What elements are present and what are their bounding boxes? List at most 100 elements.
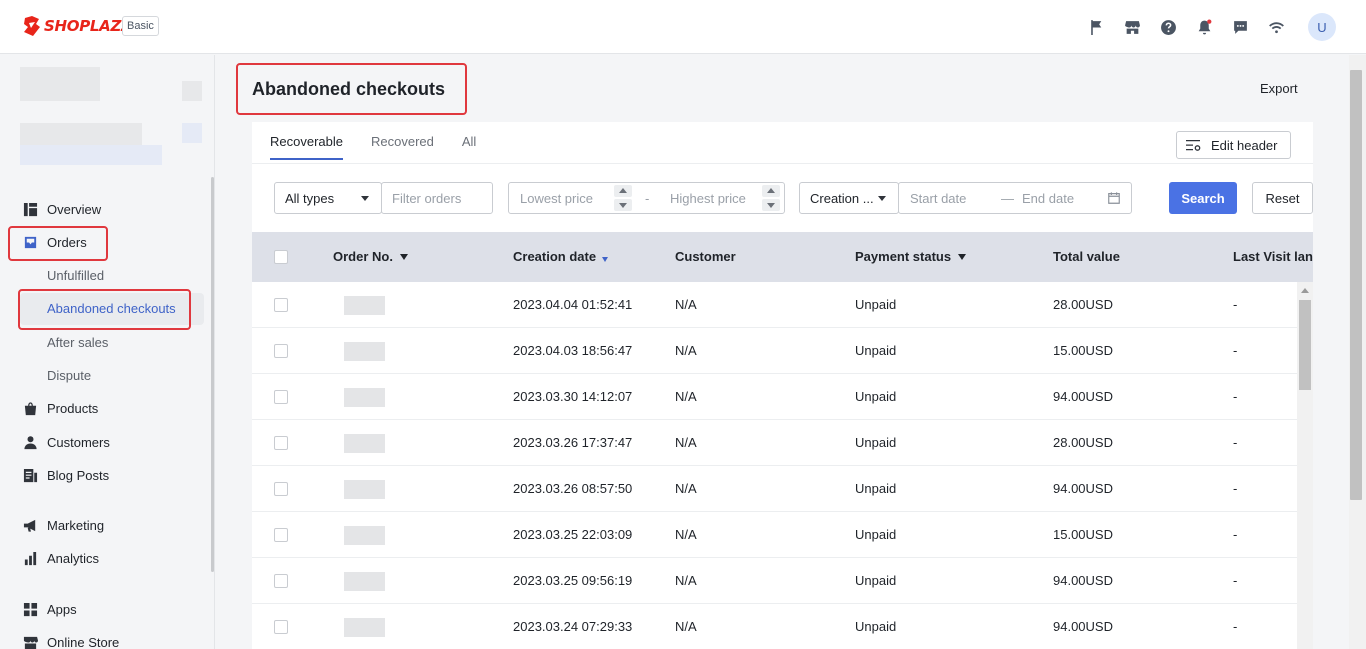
customer-cell: N/A — [675, 297, 697, 312]
type-select[interactable]: All types — [274, 182, 382, 214]
table-row[interactable]: 2023.03.30 14:12:07 N/A Unpaid 94.00USD … — [252, 374, 1297, 420]
sidebar-subitem-abandoned-checkouts[interactable]: Abandoned checkouts — [47, 301, 176, 316]
sidebar-subitem-unfulfilled[interactable]: Unfulfilled — [47, 268, 104, 283]
tab-recoverable[interactable]: Recoverable — [270, 134, 343, 160]
customer-cell: N/A — [675, 343, 697, 358]
filter-orders-input[interactable]: Filter orders — [381, 182, 493, 214]
table-row[interactable]: 2023.03.25 22:03:09 N/A Unpaid 15.00USD … — [252, 512, 1297, 558]
sidebar-scrollbar[interactable] — [211, 177, 214, 572]
store-info-blurred — [20, 123, 142, 145]
select-all-checkbox[interactable] — [274, 250, 288, 264]
sort-descending-icon[interactable] — [602, 257, 609, 262]
customer-cell: N/A — [675, 527, 697, 542]
column-payment-status[interactable]: Payment status — [855, 249, 967, 264]
sidebar-item-products[interactable]: Products — [22, 397, 98, 419]
order-number-blurred[interactable] — [344, 388, 385, 407]
order-number-blurred[interactable] — [344, 480, 385, 499]
table-row[interactable]: 2023.04.04 01:52:41 N/A Unpaid 28.00USD … — [252, 282, 1297, 328]
search-button[interactable]: Search — [1169, 182, 1237, 214]
sidebar-item-online-store[interactable]: Online Store — [22, 631, 119, 649]
order-number-blurred[interactable] — [344, 526, 385, 545]
order-number-blurred[interactable] — [344, 342, 385, 361]
lowest-price-stepper[interactable] — [614, 185, 632, 211]
sidebar-item-label: Online Store — [47, 634, 120, 649]
flag-icon[interactable] — [1086, 17, 1106, 37]
column-label: Payment status — [855, 249, 952, 264]
date-range-separator: — — [1001, 191, 1014, 206]
table-row[interactable]: 2023.03.26 08:57:50 N/A Unpaid 94.00USD … — [252, 466, 1297, 512]
decrement-icon[interactable] — [767, 203, 775, 208]
scroll-up-icon[interactable] — [1301, 288, 1309, 293]
date-type-value: Creation ... — [810, 190, 874, 206]
column-customer: Customer — [675, 249, 736, 264]
checkouts-card: Recoverable Recovered All Edit header Al… — [252, 122, 1313, 649]
table-row[interactable]: 2023.03.25 09:56:19 N/A Unpaid 94.00USD … — [252, 558, 1297, 604]
plan-badge: Basic — [122, 16, 159, 36]
sidebar-item-apps[interactable]: Apps — [22, 598, 77, 620]
filter-dropdown-icon[interactable] — [958, 254, 967, 260]
wifi-icon[interactable] — [1266, 17, 1286, 37]
row-checkbox[interactable] — [274, 344, 288, 358]
sidebar-item-marketing[interactable]: Marketing — [22, 514, 104, 536]
date-type-select[interactable]: Creation ... — [799, 182, 899, 214]
row-checkbox[interactable] — [274, 482, 288, 496]
sidebar-subitem-dispute[interactable]: Dispute — [47, 368, 91, 383]
sidebar-item-orders[interactable]: Orders — [22, 231, 87, 253]
top-icon-bar: U — [1070, 13, 1336, 41]
price-range-input: Lowest price - Highest price — [508, 182, 785, 214]
orders-icon — [22, 234, 38, 250]
export-button[interactable]: Export — [1260, 81, 1298, 96]
decrement-icon[interactable] — [619, 203, 627, 208]
highest-price-stepper[interactable] — [762, 185, 780, 211]
order-number-blurred[interactable] — [344, 572, 385, 591]
row-checkbox[interactable] — [274, 390, 288, 404]
customer-cell: N/A — [675, 435, 697, 450]
table-row[interactable]: 2023.03.26 17:37:47 N/A Unpaid 28.00USD … — [252, 420, 1297, 466]
order-number-blurred[interactable] — [344, 618, 385, 637]
order-number-blurred[interactable] — [344, 434, 385, 453]
filter-dropdown-icon[interactable] — [399, 254, 408, 260]
highest-price-input[interactable]: Highest price — [670, 191, 746, 206]
table-row[interactable]: 2023.04.03 18:56:47 N/A Unpaid 15.00USD … — [252, 328, 1297, 374]
calendar-icon — [1108, 192, 1120, 204]
reset-button[interactable]: Reset — [1252, 182, 1313, 214]
row-checkbox[interactable] — [274, 620, 288, 634]
creation-date-cell: 2023.03.25 09:56:19 — [513, 573, 633, 588]
row-checkbox[interactable] — [274, 528, 288, 542]
last-visit-cell: - — [1233, 481, 1238, 496]
store-icon[interactable] — [1122, 17, 1142, 37]
table-scrollbar[interactable] — [1297, 282, 1313, 649]
creation-date-cell: 2023.04.03 18:56:47 — [513, 343, 633, 358]
lowest-price-input[interactable]: Lowest price — [520, 191, 593, 206]
bell-icon[interactable] — [1194, 17, 1214, 37]
sidebar-item-analytics[interactable]: Analytics — [22, 547, 99, 569]
row-checkbox[interactable] — [274, 298, 288, 312]
store-badge-blurred — [182, 123, 202, 143]
page-scroll-thumb[interactable] — [1350, 70, 1362, 500]
table-row[interactable]: 2023.03.24 07:29:33 N/A Unpaid 94.00USD … — [252, 604, 1297, 649]
date-range-input[interactable]: Start date — End date — [898, 182, 1132, 214]
increment-icon[interactable] — [767, 188, 775, 193]
sidebar-item-overview[interactable]: Overview — [22, 198, 101, 220]
table-scroll-thumb[interactable] — [1299, 300, 1311, 390]
start-date-placeholder: Start date — [910, 191, 967, 206]
user-avatar[interactable]: U — [1308, 13, 1336, 41]
help-icon[interactable] — [1158, 17, 1178, 37]
column-creation-date[interactable]: Creation date — [513, 249, 609, 264]
edit-header-button[interactable]: Edit header — [1176, 131, 1291, 159]
sidebar-item-customers[interactable]: Customers — [22, 431, 110, 453]
chevron-down-icon — [361, 196, 369, 201]
overview-icon — [22, 201, 38, 217]
sidebar-item-label: Products — [47, 400, 99, 416]
row-checkbox[interactable] — [274, 436, 288, 450]
column-order-no[interactable]: Order No. — [333, 249, 408, 264]
sidebar-subitem-after-sales[interactable]: After sales — [47, 335, 108, 350]
message-icon[interactable] — [1230, 17, 1250, 37]
tab-all[interactable]: All — [462, 134, 476, 160]
sidebar-item-blog-posts[interactable]: Blog Posts — [22, 464, 109, 486]
increment-icon[interactable] — [619, 188, 627, 193]
row-checkbox[interactable] — [274, 574, 288, 588]
tab-recovered[interactable]: Recovered — [371, 134, 434, 160]
order-number-blurred[interactable] — [344, 296, 385, 315]
payment-status-cell: Unpaid — [855, 389, 897, 404]
